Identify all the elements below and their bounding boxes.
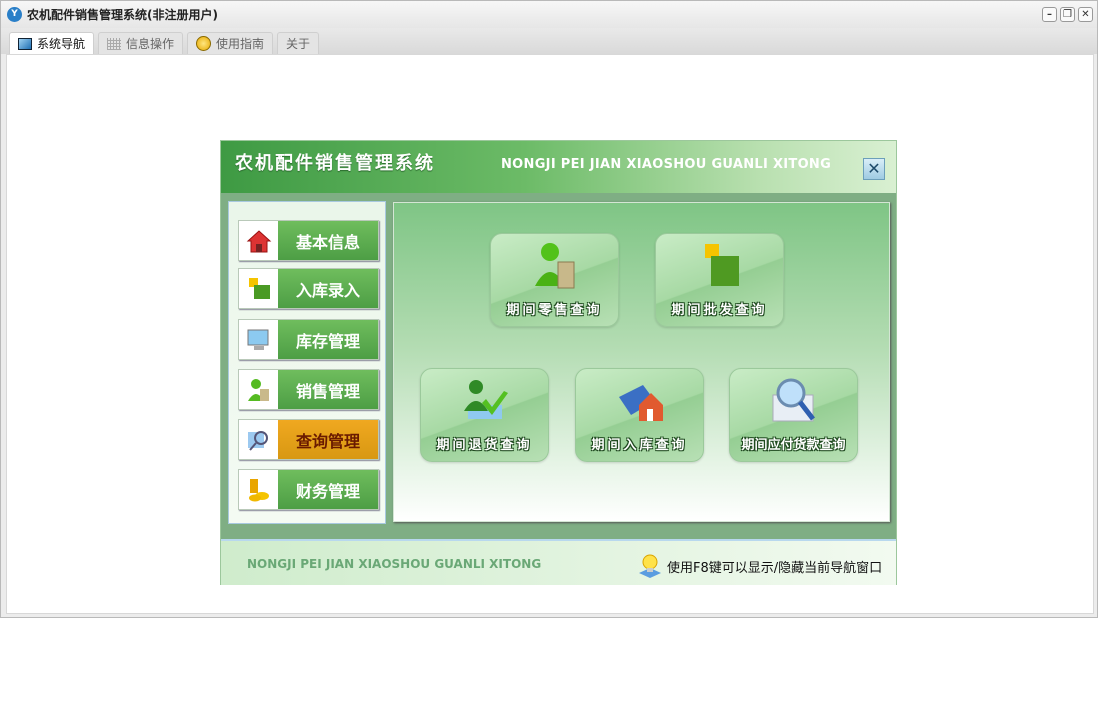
- tile-label: 期间应付货款查询: [741, 438, 846, 453]
- tile-label: 期间零售查询: [506, 303, 603, 318]
- nav-label: 入库录入: [278, 269, 378, 308]
- nav-label: 库存管理: [278, 320, 378, 359]
- nav-label: 销售管理: [278, 370, 378, 409]
- nav-sales[interactable]: 销售管理: [238, 369, 379, 410]
- title-bar: Y 农机配件销售管理系统(非注册用户) – ❐ ✕: [1, 1, 1097, 28]
- tab-info-ops[interactable]: 信息操作: [98, 32, 184, 54]
- app-window: Y 农机配件销售管理系统(非注册用户) – ❐ ✕ 系统导航 信息操作 使用指南…: [0, 0, 1098, 618]
- query-panel: 期间零售查询 期间批发查询 期间退货查询 期间入库查询 期间应付货款查询: [393, 202, 890, 522]
- box-icon: [239, 269, 278, 308]
- magnifier-icon: [772, 378, 815, 422]
- app-logo-icon: Y: [7, 7, 22, 22]
- tab-system-nav[interactable]: 系统导航: [9, 32, 95, 54]
- nav-label: 查询管理: [278, 420, 378, 459]
- close-button[interactable]: ✕: [1078, 7, 1093, 22]
- tab-about[interactable]: 关于: [277, 32, 320, 54]
- nav-panel: 基本信息 入库录入 库存管理 销售管理 查询管理 财务管理: [228, 201, 386, 524]
- user-bag-icon: [534, 243, 574, 289]
- f8-hint: 使用F8键可以显示/隐藏当前导航窗口: [637, 553, 882, 579]
- tab-label: 关于: [286, 37, 311, 51]
- window-icon: [18, 37, 32, 50]
- minimize-button[interactable]: –: [1042, 7, 1057, 22]
- monitor-icon: [239, 320, 278, 359]
- search-icon: [239, 420, 278, 459]
- book-house-icon: [618, 385, 663, 421]
- window-title: 农机配件销售管理系统(非注册用户): [27, 8, 218, 22]
- restore-button[interactable]: ❐: [1060, 7, 1075, 22]
- tile-retail-query[interactable]: 期间零售查询: [490, 233, 619, 327]
- lightbulb-icon: [639, 554, 661, 578]
- tile-wholesale-query[interactable]: 期间批发查询: [655, 233, 784, 327]
- tab-bar: 系统导航 信息操作 使用指南 关于: [1, 28, 1097, 54]
- footer-title-en: NONGJI PEI JIAN XIAOSHOU GUANLI XITONG: [247, 557, 542, 571]
- house-icon: [239, 221, 278, 260]
- tile-label: 期间入库查询: [591, 438, 688, 453]
- tab-guide[interactable]: 使用指南: [187, 32, 274, 54]
- dialog-title: 农机配件销售管理系统: [235, 153, 435, 174]
- tile-payable-query[interactable]: 期间应付货款查询: [729, 368, 858, 462]
- nav-query[interactable]: 查询管理: [238, 419, 379, 460]
- dialog-close-button[interactable]: ✕: [863, 158, 885, 180]
- hint-text: 使用F8键可以显示/隐藏当前导航窗口: [667, 560, 883, 576]
- tile-return-query[interactable]: 期间退货查询: [420, 368, 549, 462]
- tab-label: 信息操作: [126, 37, 175, 51]
- dialog-title-en: NONGJI PEI JIAN XIAOSHOU GUANLI XITONG: [501, 157, 832, 172]
- dialog-footer: NONGJI PEI JIAN XIAOSHOU GUANLI XITONG 使…: [221, 539, 896, 585]
- nav-label: 财务管理: [278, 470, 378, 509]
- nav-inventory[interactable]: 库存管理: [238, 319, 379, 360]
- nav-label: 基本信息: [278, 221, 378, 260]
- user-return-icon: [463, 380, 508, 419]
- coins-icon: [239, 470, 278, 509]
- help-icon: [196, 36, 212, 51]
- navigation-dialog: 农机配件销售管理系统 NONGJI PEI JIAN XIAOSHOU GUAN…: [220, 140, 897, 585]
- tile-label: 期间批发查询: [671, 303, 768, 318]
- grid-icon: [107, 37, 122, 50]
- dialog-header: 农机配件销售管理系统 NONGJI PEI JIAN XIAOSHOU GUAN…: [221, 141, 896, 193]
- tile-label: 期间退货查询: [436, 438, 533, 453]
- box-icon: [704, 244, 739, 286]
- user-bag-icon: [239, 370, 278, 409]
- tab-label: 使用指南: [216, 37, 265, 51]
- nav-finance[interactable]: 财务管理: [238, 469, 379, 510]
- nav-basic-info[interactable]: 基本信息: [238, 220, 379, 261]
- nav-stock-in[interactable]: 入库录入: [238, 268, 379, 309]
- tab-label: 系统导航: [37, 37, 86, 51]
- tile-stock-in-query[interactable]: 期间入库查询: [575, 368, 704, 462]
